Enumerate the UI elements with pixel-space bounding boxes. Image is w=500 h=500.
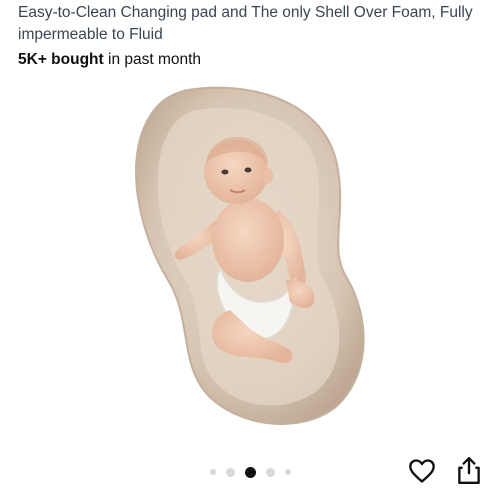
product-image[interactable] bbox=[118, 80, 388, 430]
page-dot-4[interactable] bbox=[265, 467, 275, 477]
baby-on-changing-pad-image bbox=[135, 86, 365, 425]
page-dot-5[interactable] bbox=[284, 469, 291, 475]
bought-suffix: in past month bbox=[103, 51, 202, 68]
share-button[interactable] bbox=[456, 455, 482, 485]
image-pagination[interactable] bbox=[205, 465, 295, 479]
bought-in-past-month: 5K+ bought in past month bbox=[18, 50, 201, 70]
page-dot-3-active[interactable] bbox=[244, 466, 256, 478]
bought-count: 5K+ bought bbox=[18, 51, 104, 68]
favorite-button[interactable] bbox=[408, 457, 436, 485]
page-dot-1[interactable] bbox=[209, 469, 216, 475]
heart-icon bbox=[409, 459, 435, 483]
page-dot-2[interactable] bbox=[225, 467, 235, 477]
product-title: Easy-to-Clean Changing pad and The only … bbox=[18, 4, 473, 43]
share-icon bbox=[458, 457, 480, 485]
